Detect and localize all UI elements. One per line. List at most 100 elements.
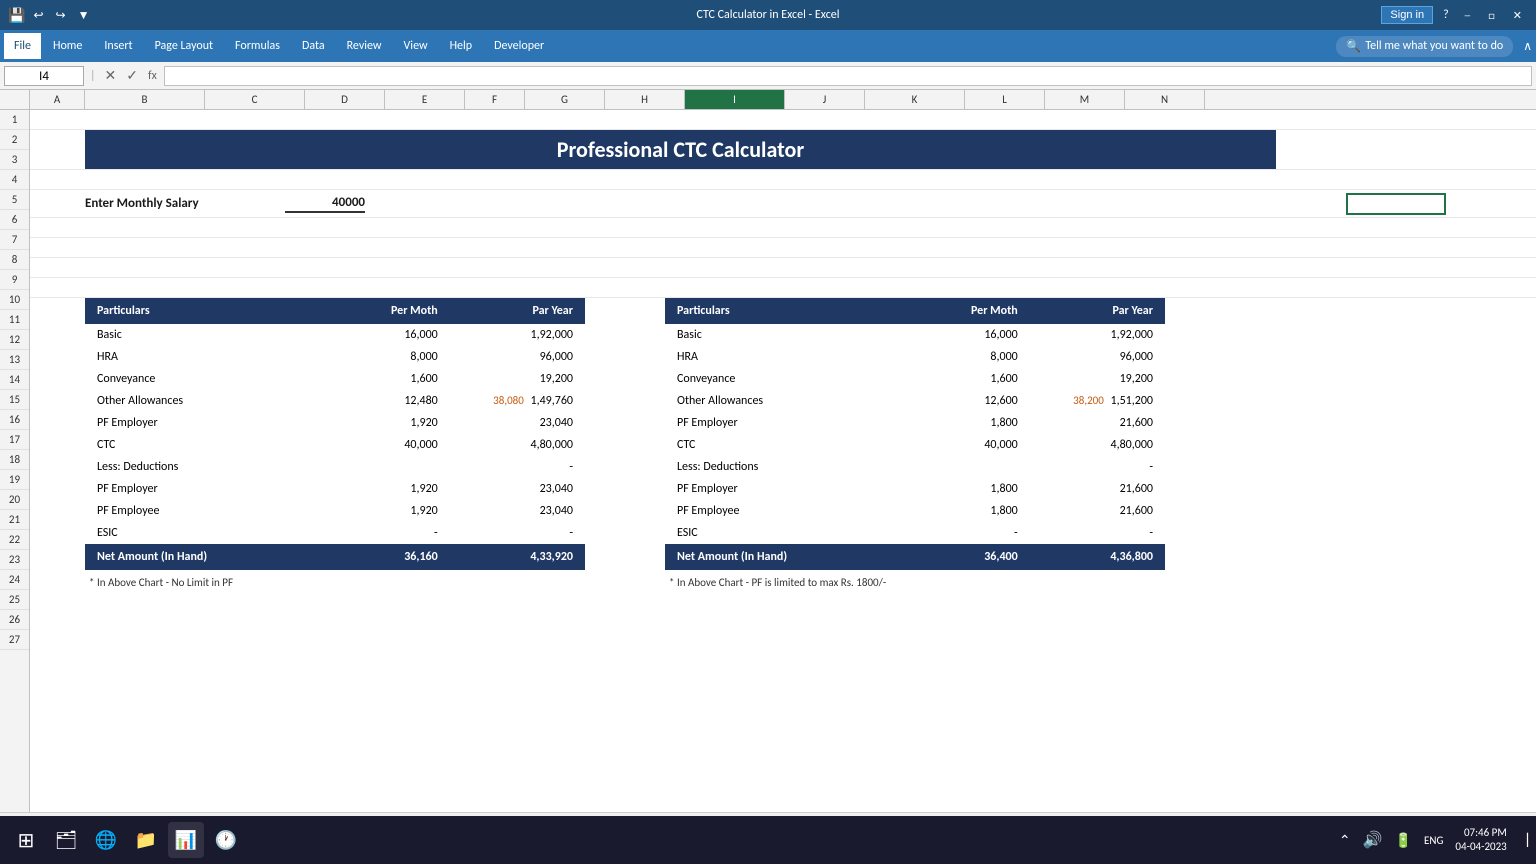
- col-header-K[interactable]: K: [865, 90, 965, 109]
- table1-container: Particulars Per Moth Par Year Basic 16,0…: [85, 298, 585, 589]
- quick-save[interactable]: ▼: [74, 6, 94, 25]
- table-row: PF Employer 1,920 23,040: [85, 412, 585, 434]
- cancel-formula-btn[interactable]: ✕: [102, 67, 120, 84]
- t2-r1-year: 1,92,000: [1030, 324, 1165, 346]
- col-header-L[interactable]: L: [965, 90, 1045, 109]
- row-num-24[interactable]: 24: [0, 570, 29, 590]
- row-num-4[interactable]: 4: [0, 170, 29, 190]
- start-btn[interactable]: ⊞: [8, 822, 44, 858]
- row-num-10[interactable]: 10: [0, 290, 29, 310]
- t2-h-particulars: Particulars: [665, 298, 899, 324]
- tab-insert[interactable]: Insert: [94, 33, 142, 59]
- corner-cell: [0, 90, 30, 109]
- row-num-8[interactable]: 8: [0, 250, 29, 270]
- ribbon-collapse[interactable]: ∧: [1523, 39, 1532, 54]
- tab-help[interactable]: Help: [440, 33, 483, 59]
- col-header-A[interactable]: A: [30, 90, 85, 109]
- taskbar-explorer[interactable]: 📁: [128, 822, 164, 858]
- col-header-J[interactable]: J: [785, 90, 865, 109]
- restore-btn[interactable]: □: [1482, 7, 1501, 24]
- column-headers: A B C D E F G H I J K L M N: [0, 90, 1536, 110]
- row-num-18[interactable]: 18: [0, 450, 29, 470]
- row-num-2[interactable]: 2: [0, 130, 29, 150]
- formula-input[interactable]: [164, 66, 1532, 86]
- undo-btn[interactable]: ↩: [29, 6, 47, 25]
- minimize-btn[interactable]: ─: [1459, 7, 1477, 24]
- help-icon[interactable]: ?: [1439, 6, 1453, 24]
- excel-taskbar-icon: 📊: [175, 829, 197, 851]
- name-box[interactable]: [4, 66, 84, 86]
- t1-r4-extra: 38,080: [493, 394, 524, 407]
- table-row: ESIC - -: [85, 522, 585, 544]
- battery-icon[interactable]: 🔋: [1395, 832, 1412, 849]
- row-num-15[interactable]: 15: [0, 390, 29, 410]
- table2-footer-row: Net Amount (In Hand) 36,400 4,36,800: [665, 544, 1165, 570]
- row-num-25[interactable]: 25: [0, 590, 29, 610]
- col-header-B[interactable]: B: [85, 90, 205, 109]
- tell-me-box[interactable]: 🔍 Tell me what you want to do: [1336, 36, 1513, 57]
- table-row: Other Allowances 12,480 38,080 1,49,760: [85, 390, 585, 412]
- row-num-14[interactable]: 14: [0, 370, 29, 390]
- tab-view[interactable]: View: [394, 33, 438, 59]
- row-num-22[interactable]: 22: [0, 530, 29, 550]
- taskbar-excel[interactable]: 📊: [168, 822, 204, 858]
- row-num-23[interactable]: 23: [0, 550, 29, 570]
- col-header-H[interactable]: H: [605, 90, 685, 109]
- table-row: PF Employee 1,800 21,600: [665, 500, 1165, 522]
- col-header-G[interactable]: G: [525, 90, 605, 109]
- taskbar-search[interactable]: 🗂: [48, 822, 84, 858]
- salary-value[interactable]: 40000: [285, 195, 365, 213]
- row-num-17[interactable]: 17: [0, 430, 29, 450]
- row-num-26[interactable]: 26: [0, 610, 29, 630]
- tab-data[interactable]: Data: [292, 33, 335, 59]
- taskbar-browser[interactable]: 🌐: [88, 822, 124, 858]
- table-row: Less: Deductions -: [85, 456, 585, 478]
- tab-home[interactable]: Home: [43, 33, 92, 59]
- speaker-icon[interactable]: 🔊: [1363, 830, 1383, 850]
- table2-note: * In Above Chart - PF is limited to max …: [665, 576, 1165, 589]
- taskbar-clock-app[interactable]: 🕐: [208, 822, 244, 858]
- row-num-19[interactable]: 19: [0, 470, 29, 490]
- tab-file[interactable]: File: [4, 33, 41, 59]
- row-num-13[interactable]: 13: [0, 350, 29, 370]
- col-header-M[interactable]: M: [1045, 90, 1125, 109]
- table-row: Basic 16,000 1,92,000: [665, 324, 1165, 346]
- row-num-27[interactable]: 27: [0, 630, 29, 650]
- col-header-E[interactable]: E: [385, 90, 465, 109]
- row-num-5[interactable]: 5: [0, 190, 29, 210]
- col-header-C[interactable]: C: [205, 90, 305, 109]
- tab-page-layout[interactable]: Page Layout: [145, 33, 223, 59]
- row-num-1[interactable]: 1: [0, 110, 29, 130]
- confirm-formula-btn[interactable]: ✓: [123, 67, 141, 84]
- close-btn[interactable]: ✕: [1507, 7, 1528, 24]
- redo-btn[interactable]: ↪: [52, 6, 70, 25]
- col-header-D[interactable]: D: [305, 90, 385, 109]
- table-row: ESIC - -: [665, 522, 1165, 544]
- row-num-20[interactable]: 20: [0, 490, 29, 510]
- row-num-12[interactable]: 12: [0, 330, 29, 350]
- row-num-16[interactable]: 16: [0, 410, 29, 430]
- row-num-7[interactable]: 7: [0, 230, 29, 250]
- tab-formulas[interactable]: Formulas: [225, 33, 290, 59]
- show-desktop-btn[interactable]: ▕: [1519, 833, 1528, 848]
- taskbar-up-arrow[interactable]: ⌃: [1339, 832, 1351, 849]
- row-num-9[interactable]: 9: [0, 270, 29, 290]
- cell-area[interactable]: Professional CTC Calculator Enter Monthl…: [30, 110, 1536, 812]
- tab-review[interactable]: Review: [337, 33, 392, 59]
- t1-foot-year: 4,33,920: [450, 544, 585, 570]
- insert-function-btn[interactable]: fx: [145, 69, 160, 83]
- t1-r2-month: 8,000: [319, 346, 449, 368]
- taskbar-datetime[interactable]: 07:46 PM 04-04-2023: [1455, 826, 1506, 855]
- col-header-F[interactable]: F: [465, 90, 525, 109]
- selected-cell-I4[interactable]: [1346, 193, 1446, 215]
- row-num-21[interactable]: 21: [0, 510, 29, 530]
- col-header-N[interactable]: N: [1125, 90, 1205, 109]
- t1-h-per-month: Per Moth: [319, 298, 449, 324]
- row-1: [30, 110, 1536, 130]
- tab-developer[interactable]: Developer: [484, 33, 554, 59]
- row-num-6[interactable]: 6: [0, 210, 29, 230]
- row-num-3[interactable]: 3: [0, 150, 29, 170]
- sign-in-button[interactable]: Sign in: [1381, 6, 1433, 24]
- row-num-11[interactable]: 11: [0, 310, 29, 330]
- col-header-I[interactable]: I: [685, 90, 785, 109]
